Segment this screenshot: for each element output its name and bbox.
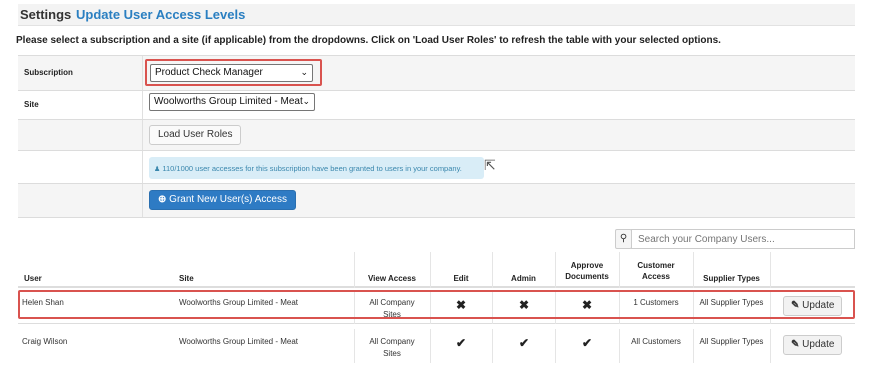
table-header: User Site View Access Edit Admin Approve… bbox=[18, 252, 855, 288]
grant-row bbox=[18, 183, 855, 218]
mouse-pointer-icon: ⇱ bbox=[484, 157, 496, 173]
grant-access-button[interactable]: ⊕ Grant New User(s) Access bbox=[149, 190, 296, 210]
info-alert: ♟ 110/1000 user accesses for this subscr… bbox=[149, 157, 484, 179]
row-highlight bbox=[18, 290, 855, 319]
subscription-label: Subscription bbox=[24, 68, 73, 77]
edit-icon: ✎ bbox=[791, 339, 800, 350]
column-approve-line2: Documents bbox=[565, 272, 609, 281]
header-bar: Settings Update User Access Levels bbox=[18, 4, 855, 26]
row-view-access: All Company Sites bbox=[354, 336, 430, 360]
user-icon: ♟ bbox=[154, 166, 161, 173]
column-approve-line1: Approve bbox=[570, 261, 604, 270]
site-row: Site bbox=[18, 90, 855, 119]
row-divider bbox=[142, 56, 143, 90]
admin-check-icon: ✔ bbox=[518, 336, 530, 350]
row-divider bbox=[142, 91, 143, 119]
column-customer-line2: Access bbox=[641, 272, 671, 281]
column-admin: Admin bbox=[511, 274, 536, 283]
site-label: Site bbox=[24, 100, 39, 109]
row-divider bbox=[142, 120, 143, 150]
plus-circle-icon: ⊕ bbox=[158, 194, 167, 205]
update-label: Update bbox=[802, 339, 835, 350]
subscription-select-value: Product Check Manager bbox=[155, 67, 263, 78]
column-user: User bbox=[24, 274, 42, 283]
column-divider bbox=[430, 329, 431, 363]
grant-access-label: Grant New User(s) Access bbox=[169, 194, 287, 205]
update-button[interactable]: ✎ Update bbox=[783, 335, 843, 355]
column-approve-documents: Approve Documents bbox=[555, 260, 619, 282]
load-row bbox=[18, 119, 855, 150]
table-row: Craig Wilson Woolworths Group Limited - … bbox=[18, 329, 855, 363]
chevron-down-icon: ⌄ bbox=[300, 67, 308, 77]
row-view-line1: All Company bbox=[369, 337, 415, 346]
column-divider bbox=[492, 329, 493, 363]
edit-check-icon: ✔ bbox=[455, 336, 467, 350]
user-search-input[interactable] bbox=[631, 229, 855, 249]
approve-check-icon: ✔ bbox=[581, 336, 593, 350]
column-edit: Edit bbox=[453, 274, 469, 283]
chevron-down-icon: ⌄ bbox=[302, 96, 310, 106]
user-search-group: ⚲ bbox=[615, 229, 855, 249]
row-view-line2: Sites bbox=[383, 349, 401, 358]
column-supplier-types: Supplier Types bbox=[703, 274, 760, 283]
search-icon[interactable]: ⚲ bbox=[615, 229, 632, 249]
column-customer-access: Customer Access bbox=[619, 260, 693, 282]
column-site: Site bbox=[179, 274, 194, 283]
row-user: Craig Wilson bbox=[22, 337, 68, 346]
subscription-row: Subscription bbox=[18, 55, 855, 90]
site-select-value: Woolworths Group Limited - Meat bbox=[154, 96, 303, 107]
page-subtitle: Update User Access Levels bbox=[76, 7, 246, 22]
row-customer-access: All Customers bbox=[631, 337, 681, 346]
load-user-roles-button[interactable]: Load User Roles bbox=[149, 125, 242, 145]
page-title: Settings bbox=[20, 7, 72, 22]
column-divider bbox=[770, 329, 771, 363]
column-customer-line1: Customer bbox=[637, 261, 675, 270]
site-select[interactable]: Woolworths Group Limited - Meat ⌄ bbox=[149, 93, 315, 111]
row-site: Woolworths Group Limited - Meat bbox=[179, 337, 299, 346]
row-divider bbox=[142, 184, 143, 217]
column-view-access: View Access bbox=[367, 274, 417, 283]
column-divider bbox=[770, 252, 771, 288]
info-alert-text: 110/1000 user accesses for this subscrip… bbox=[162, 164, 462, 173]
subscription-select[interactable]: Product Check Manager ⌄ bbox=[150, 64, 313, 82]
row-supplier-types: All Supplier Types bbox=[699, 337, 764, 346]
instructions-text: Please select a subscription and a site … bbox=[16, 35, 721, 46]
row-divider bbox=[142, 151, 143, 183]
column-divider bbox=[555, 329, 556, 363]
